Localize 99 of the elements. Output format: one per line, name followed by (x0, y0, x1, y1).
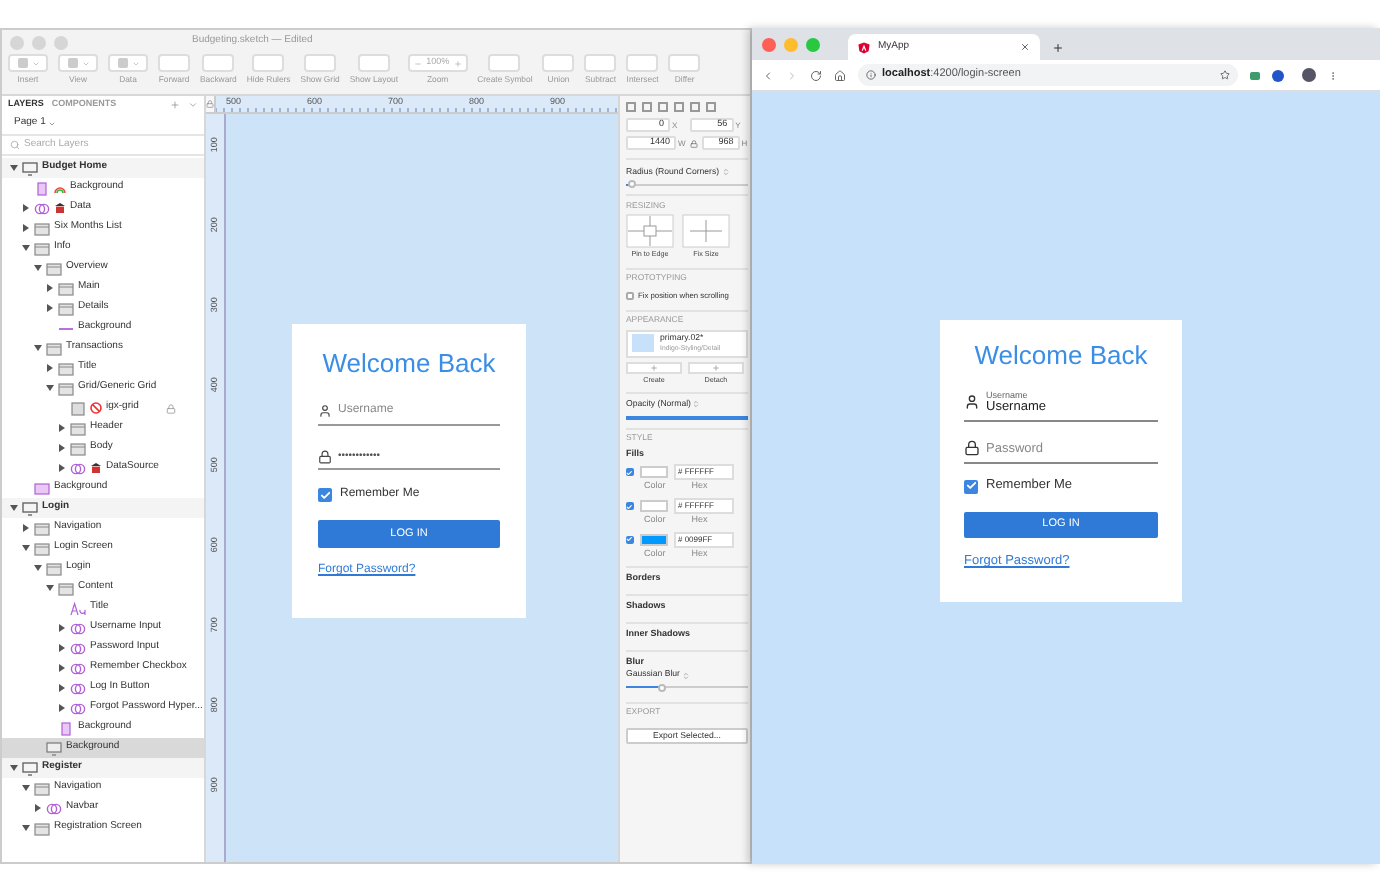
slider-thumb[interactable] (658, 683, 667, 692)
card-title: Welcome Back (320, 346, 498, 382)
plus-icon (453, 59, 462, 67)
stepper-icon[interactable] (721, 168, 730, 177)
expanded-triangle-icon[interactable] (34, 564, 42, 572)
checkbox[interactable] (964, 479, 978, 494)
link-circles-icon (70, 461, 86, 475)
collapsed-triangle-icon[interactable] (22, 224, 30, 232)
building-icon (90, 462, 102, 474)
color-swatch[interactable] (640, 500, 668, 513)
folder-icon (58, 281, 74, 295)
minus-icon (414, 59, 423, 67)
card-title: Welcome Back (972, 338, 1150, 374)
monitor-icon (22, 161, 38, 175)
lock-icon[interactable] (206, 100, 214, 108)
folder-icon (58, 361, 74, 375)
text-icon (70, 601, 86, 615)
avatar[interactable] (1302, 68, 1316, 82)
back-icon[interactable] (762, 69, 774, 81)
collapsed-triangle-icon[interactable] (58, 684, 66, 692)
expanded-triangle-icon[interactable] (22, 244, 30, 252)
rainbow-icon (54, 182, 66, 194)
folder-icon (46, 561, 62, 575)
folder-icon (34, 241, 50, 255)
folder-icon (70, 421, 86, 435)
expanded-triangle-icon[interactable] (46, 584, 54, 592)
monitor-icon (46, 741, 62, 755)
monitor-icon (22, 761, 38, 775)
expanded-triangle-icon[interactable] (34, 344, 42, 352)
info-icon (866, 70, 876, 80)
link-circles-icon (46, 801, 62, 815)
collapsed-triangle-icon[interactable] (46, 284, 54, 292)
lock-icon (318, 449, 332, 464)
rectangle-icon (58, 721, 74, 735)
extension-icon[interactable] (1250, 71, 1260, 79)
collapsed-triangle-icon[interactable] (34, 804, 42, 812)
add-icon[interactable] (170, 100, 180, 110)
toolbar-dropdown[interactable] (108, 54, 148, 72)
collapsed-triangle-icon[interactable] (58, 664, 66, 672)
collapsed-triangle-icon[interactable] (46, 364, 54, 372)
pin-to-edge-icon[interactable] (626, 214, 674, 249)
expanded-triangle-icon[interactable] (34, 264, 42, 272)
collapsed-triangle-icon[interactable] (22, 204, 30, 212)
chevron-down-icon[interactable] (188, 100, 198, 110)
toolbar-dropdown[interactable] (58, 54, 98, 72)
stepper-icon[interactable] (692, 400, 701, 409)
home-icon[interactable] (834, 69, 846, 81)
search-icon (10, 140, 20, 150)
slider-thumb[interactable] (628, 180, 637, 189)
expanded-triangle-icon[interactable] (22, 824, 30, 832)
folder-icon (46, 261, 62, 275)
collapsed-triangle-icon[interactable] (58, 424, 66, 432)
slider-track[interactable] (626, 180, 748, 189)
expanded-triangle-icon[interactable] (22, 784, 30, 792)
error-icon (90, 402, 102, 414)
folder-icon (58, 301, 74, 315)
expanded-triangle-icon[interactable] (46, 384, 54, 392)
lock-icon[interactable] (166, 403, 176, 413)
folder-icon (58, 381, 74, 395)
folder-icon (46, 341, 62, 355)
folder-icon (70, 441, 86, 455)
link-circles-icon (34, 201, 50, 215)
style-swatch (632, 334, 654, 353)
folder-icon (34, 821, 50, 835)
expanded-triangle-icon[interactable] (10, 764, 18, 772)
shield-logo-icon (858, 41, 870, 53)
rectangle-icon (34, 181, 50, 195)
folder-icon (34, 521, 50, 535)
building-icon (54, 202, 66, 214)
collapsed-triangle-icon[interactable] (58, 624, 66, 632)
expanded-triangle-icon[interactable] (10, 504, 18, 512)
folder-icon (34, 781, 50, 795)
new-tab-icon[interactable] (1052, 41, 1064, 53)
star-icon[interactable] (1220, 70, 1230, 80)
collapsed-triangle-icon[interactable] (58, 644, 66, 652)
user-icon (964, 394, 980, 410)
folder-icon (58, 581, 74, 595)
lock-icon[interactable] (689, 139, 698, 147)
collapsed-triangle-icon[interactable] (58, 464, 66, 472)
monitor-icon (22, 501, 38, 515)
folder-icon (34, 541, 50, 555)
checkbox[interactable] (626, 292, 634, 301)
lock-icon (964, 440, 980, 457)
expanded-triangle-icon[interactable] (22, 544, 30, 552)
collapsed-triangle-icon[interactable] (58, 444, 66, 452)
toolbar-dropdown[interactable] (8, 54, 48, 72)
user-icon (318, 403, 332, 417)
collapsed-triangle-icon[interactable] (58, 704, 66, 712)
rectangle-icon (70, 401, 86, 415)
color-swatch[interactable] (640, 466, 668, 479)
slider-track[interactable] (626, 683, 748, 692)
fix-size-icon[interactable] (682, 214, 730, 249)
collapsed-triangle-icon[interactable] (46, 304, 54, 312)
folder-icon (34, 221, 50, 235)
collapsed-triangle-icon[interactable] (22, 524, 30, 532)
rectangle-icon (34, 481, 50, 495)
color-swatch[interactable] (640, 533, 668, 546)
expanded-triangle-icon[interactable] (10, 164, 18, 172)
reload-icon[interactable] (810, 69, 822, 81)
